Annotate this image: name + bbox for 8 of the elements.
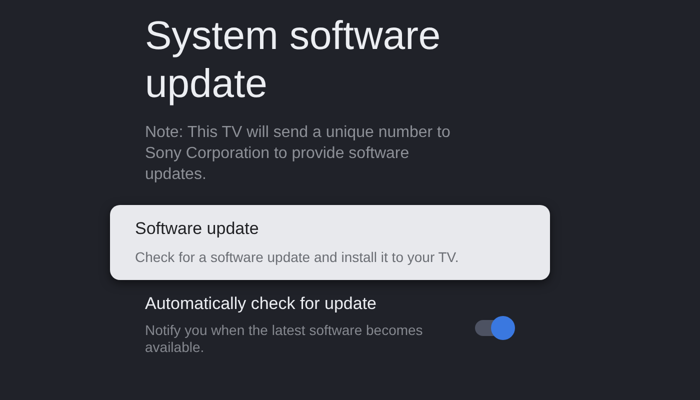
- item-title: Automatically check for update: [145, 294, 378, 314]
- page-title: System software update: [145, 13, 442, 108]
- settings-item[interactable]: Automatically check for update Notify you when the latest software becomes available.: [145, 294, 515, 356]
- item-title: Software update: [135, 219, 260, 239]
- item-description: Notify you when the latest software becomes available.: [145, 322, 424, 356]
- settings-item-card[interactable]: Software update Check for a software update and install it to your TV.: [110, 205, 550, 280]
- note-text: Note: This TV will send a unique number to Sony Corporation to provide software updates.: [145, 123, 452, 185]
- item-description: Check for a software update and install it to your TV.: [135, 249, 460, 266]
